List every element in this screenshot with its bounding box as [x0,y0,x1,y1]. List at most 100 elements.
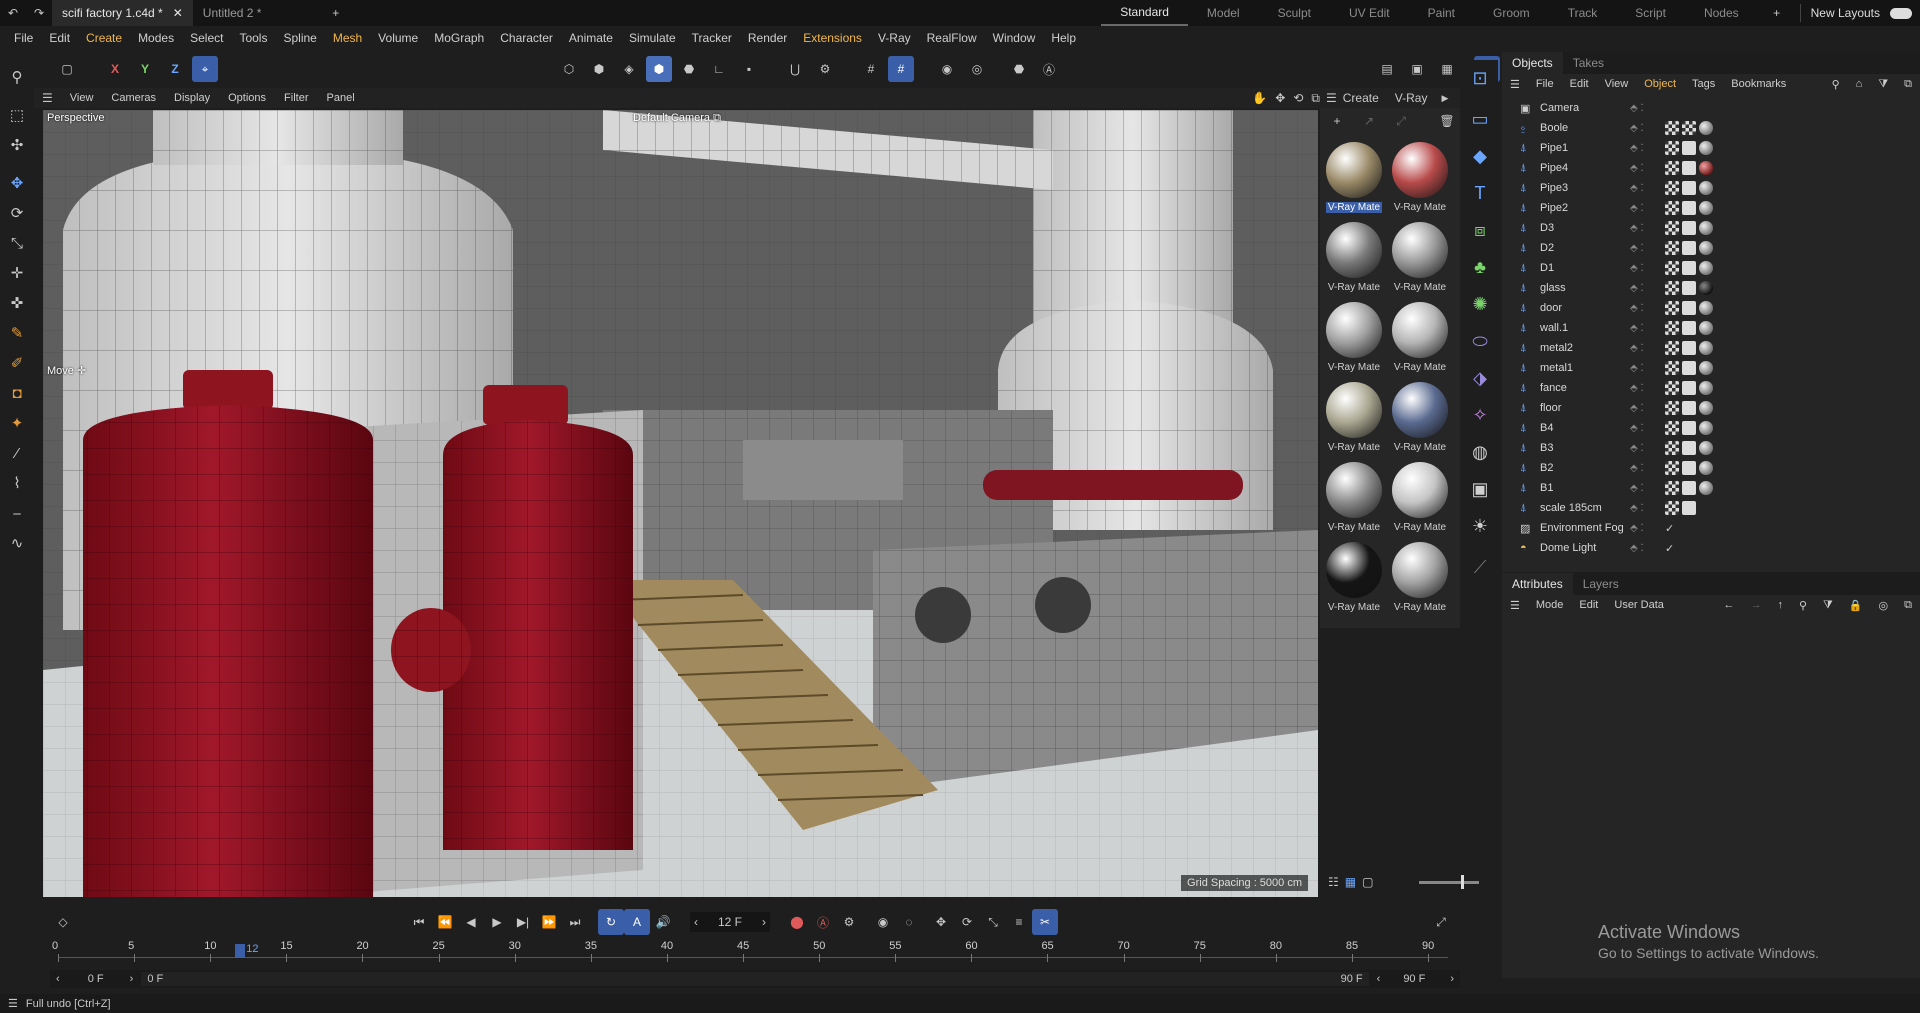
material-swatch[interactable]: V-Ray Mate [1388,298,1452,378]
objects-menu-file[interactable]: File [1528,78,1562,90]
hamburger-menu-icon[interactable]: ☰ [1326,91,1337,105]
snap-settings-icon[interactable]: ⚙ [812,56,838,82]
edit-material-icon[interactable]: ⤢ [1388,108,1414,134]
visibility-dots-icon[interactable]: ⬘ ⁚ [1630,363,1644,374]
viewport-menu-panel[interactable]: Panel [318,92,364,104]
list-view-icon[interactable]: ☷ [1328,875,1339,889]
visibility-dots-icon[interactable]: ⬘ ⁚ [1630,263,1644,274]
material-swatch[interactable]: V-Ray Mate [1322,378,1386,458]
tag-icon[interactable]: ⟋ [1462,549,1498,586]
display-tag-icon[interactable] [1665,301,1679,315]
motion-icon[interactable]: ◉ [870,909,896,935]
visibility-dots-icon[interactable]: ⬘ ⁚ [1630,443,1644,454]
volume-icon[interactable]: ✧ [1462,397,1498,434]
tab-layers[interactable]: Layers [1573,573,1629,595]
display-tag-icon[interactable] [1665,341,1679,355]
layout-tab-model[interactable]: Model [1188,0,1259,26]
material-swatch[interactable]: V-Ray Mate [1388,138,1452,218]
hamburger-menu-icon[interactable]: ☰ [1502,78,1528,91]
display-tag-icon[interactable] [1665,321,1679,335]
field-icon[interactable]: ✺ [1462,286,1498,323]
text-icon[interactable]: T [1462,175,1498,212]
material-tag-icon[interactable] [1699,361,1713,375]
visibility-dots-icon[interactable]: ⬘ ⁚ [1630,203,1644,214]
viewport-menu-cameras[interactable]: Cameras [102,92,165,104]
phong-tag-icon[interactable] [1682,281,1696,295]
toggle-switch-icon[interactable] [1890,7,1912,19]
knife-tool-icon[interactable]: ⁄ [0,438,34,468]
display-tag-icon[interactable] [1665,381,1679,395]
enabled-check-icon[interactable]: ✓ [1665,522,1674,535]
menu-volume[interactable]: Volume [370,26,426,50]
render-view-icon[interactable]: ▤ [1374,56,1400,82]
object-row[interactable]: ⍚ Boole ⬘ ⁚ [1502,118,1920,138]
object-row[interactable]: ◓ Dome Light ⬘ ⁚ ✓ [1502,538,1920,558]
search-icon[interactable]: ⚲ [1824,78,1848,91]
brush-tool-icon[interactable]: ✦ [0,408,34,438]
bake-icon[interactable]: ⬣ [1006,56,1032,82]
visibility-dots-icon[interactable]: ⬘ ⁚ [1630,343,1644,354]
spline-rectangle-icon[interactable]: ▭ [1462,101,1498,138]
increment-arrow-icon[interactable]: › [762,915,766,929]
deformer-icon[interactable]: ⬭ [1462,323,1498,360]
display-tag-icon[interactable] [1665,441,1679,455]
layout-tab-track[interactable]: Track [1549,0,1617,26]
range-right-arrow-icon[interactable]: › [1444,973,1460,985]
visibility-dots-icon[interactable]: ⬘ ⁚ [1630,143,1644,154]
keyframe-diamond-icon[interactable]: ◇ [50,909,76,935]
object-row[interactable]: ⍋ glass ⬘ ⁚ [1502,278,1920,298]
object-row[interactable]: ⍋ floor ⬘ ⁚ [1502,398,1920,418]
apply-material-icon[interactable]: ↗ [1356,108,1382,134]
material-tag-icon[interactable] [1699,341,1713,355]
phong-tag-icon[interactable] [1682,201,1696,215]
material-tag-icon[interactable] [1699,381,1713,395]
menu-mograph[interactable]: MoGraph [426,26,492,50]
current-frame-field[interactable]: ‹ 12 F › [690,912,770,932]
menu-character[interactable]: Character [492,26,561,50]
lock-icon[interactable]: 🔒 [1841,599,1871,612]
range-left-arrow-icon[interactable]: ‹ [1373,973,1385,985]
rotate-tool-icon[interactable]: ⟳ [0,198,34,228]
key-param-icon[interactable]: ≡ [1006,909,1032,935]
visibility-dots-icon[interactable]: ⬘ ⁚ [1630,383,1644,394]
range-right-arrow-icon[interactable]: › [126,973,138,985]
playhead[interactable] [235,944,246,958]
material-tag-icon[interactable] [1699,481,1713,495]
material-swatch[interactable]: V-Ray Mate [1388,538,1452,618]
home-icon[interactable]: ⌂ [1848,78,1871,90]
objects-menu-view[interactable]: View [1597,78,1637,90]
layout-tab-standard[interactable]: Standard [1101,0,1188,26]
end-frame-field[interactable]: 90 F [1384,973,1444,985]
hamburger-menu-icon[interactable]: ☰ [1502,599,1528,612]
display-tag-icon[interactable] [1665,421,1679,435]
menu-animate[interactable]: Animate [561,26,621,50]
objects-menu-tags[interactable]: Tags [1684,78,1723,90]
material-tag-icon[interactable] [1699,281,1713,295]
material-tag-icon[interactable] [1699,301,1713,315]
y-axis-lock-button[interactable]: Y [132,56,158,82]
material-tag-icon[interactable] [1699,221,1713,235]
menu-simulate[interactable]: Simulate [621,26,684,50]
uv-mode-icon[interactable]: ▪ [736,56,762,82]
phong-tag-icon[interactable] [1682,141,1696,155]
material-tag-icon[interactable] [1699,241,1713,255]
timeline-icon[interactable]: ◌ [896,909,922,935]
material-tag-icon[interactable] [1699,461,1713,475]
grid-view-icon[interactable]: ▦ [1345,875,1356,889]
viewport-menu-filter[interactable]: Filter [275,92,317,104]
expand-timeline-icon[interactable]: ⤢ [1428,909,1454,935]
visibility-dots-icon[interactable]: ⬘ ⁚ [1630,223,1644,234]
display-tag-icon[interactable] [1665,181,1679,195]
thumbnail-size-slider[interactable] [1419,874,1480,889]
display-tag-icon[interactable] [1665,461,1679,475]
material-tag-icon[interactable] [1699,441,1713,455]
material-tag-icon[interactable] [1699,321,1713,335]
next-frame-icon[interactable]: ▶| [510,909,536,935]
render-settings-icon[interactable]: ▦ [1434,56,1460,82]
display-tag-icon[interactable] [1665,121,1679,135]
object-row[interactable]: ⍋ scale 185cm ⬘ ⁚ [1502,498,1920,518]
move-tool-icon[interactable]: ✥ [0,168,34,198]
search-icon[interactable]: ⚲ [0,62,34,92]
object-row[interactable]: ▣ Camera ⬘ ⁚ [1502,98,1920,118]
phong-tag-icon[interactable] [1682,341,1696,355]
